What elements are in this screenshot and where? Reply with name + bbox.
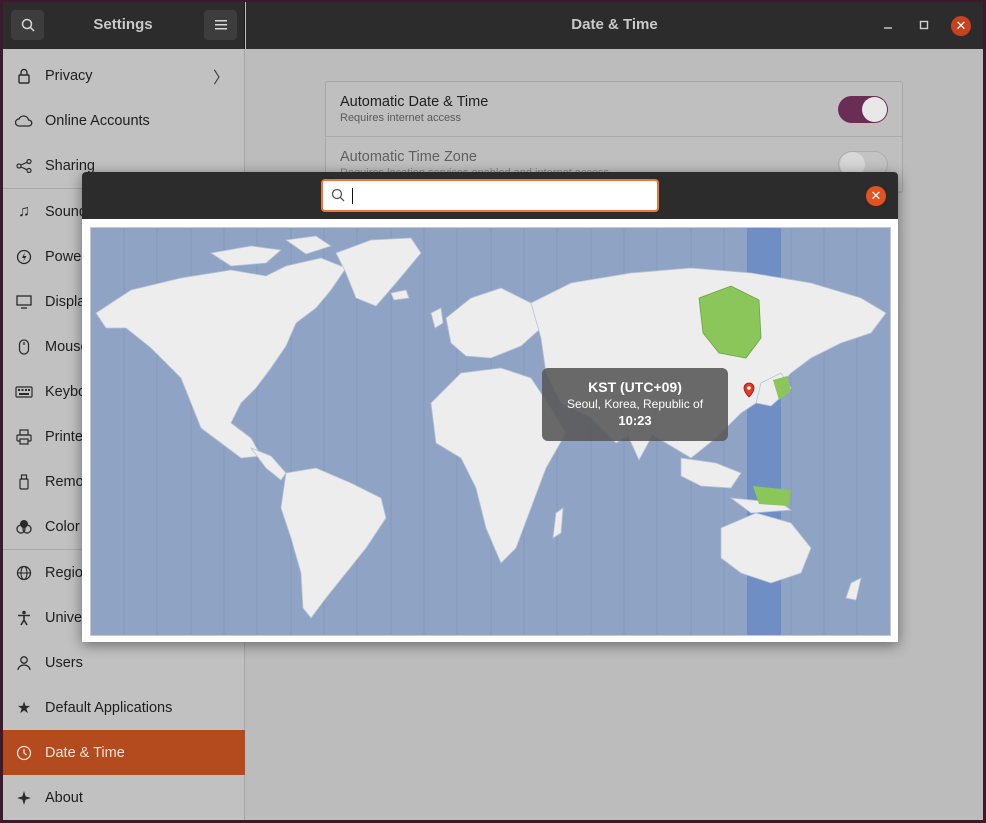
accessibility-icon <box>3 610 45 626</box>
timezone-city: Seoul, Korea, Republic of <box>566 397 704 411</box>
menu-button[interactable] <box>204 10 237 40</box>
power-icon <box>3 249 45 265</box>
music-note-icon: ♫ <box>18 202 30 220</box>
auto-date-time-title: Automatic Date & Time <box>340 94 489 110</box>
sidebar-item-label: Default Applications <box>45 699 173 716</box>
sidebar-item-label: Power <box>45 248 87 265</box>
sidebar-item-about[interactable]: About <box>3 775 245 820</box>
users-icon <box>3 655 45 671</box>
chevron-right-icon: 〉 <box>212 69 229 87</box>
sidebar-item-label: Color <box>45 518 80 535</box>
globe-icon <box>3 565 45 581</box>
timezone-current-time: 10:23 <box>618 413 652 428</box>
mouse-icon <box>3 338 45 355</box>
sidebar-headerbar: Settings <box>3 2 245 49</box>
sidebar-item-label: Privacy <box>45 67 93 84</box>
search-icon <box>21 18 35 32</box>
sidebar-item-label: Sound <box>45 203 87 220</box>
world-map-graphic <box>95 228 887 635</box>
sidebar-item-date-time[interactable]: Date & Time <box>3 730 245 775</box>
color-icon <box>3 519 45 535</box>
sidebar-item-label: About <box>45 789 83 806</box>
sidebar-item-online-accounts[interactable]: Online Accounts <box>3 98 245 143</box>
world-timezone-map[interactable]: KST (UTC+09) Seoul, Korea, Republic of 1… <box>90 227 891 636</box>
auto-date-time-subtitle: Requires internet access <box>340 112 462 124</box>
close-icon: ✕ <box>870 188 882 203</box>
search-button[interactable] <box>11 10 44 40</box>
settings-title: Settings <box>93 16 153 33</box>
text-cursor <box>352 188 353 204</box>
page-title: Date & Time <box>571 16 658 33</box>
sidebar-item-users[interactable]: Users <box>3 640 245 685</box>
auto-time-zone-title: Automatic Time Zone <box>340 149 477 165</box>
keyboard-icon <box>3 385 45 398</box>
sidebar-item-privacy[interactable]: Privacy 〉 <box>3 53 245 98</box>
timezone-dialog: ✕ KST (UTC+09) Seoul, Korea, Republic of… <box>82 172 898 642</box>
usb-icon <box>3 473 45 490</box>
minimize-icon <box>884 27 892 29</box>
timezone-search-input[interactable] <box>321 179 659 212</box>
hamburger-menu-icon <box>214 20 227 30</box>
minimize-button[interactable] <box>877 14 899 36</box>
display-icon <box>3 294 45 309</box>
clock-icon <box>3 745 45 761</box>
dialog-close-button[interactable]: ✕ <box>866 186 886 206</box>
search-icon <box>331 188 345 202</box>
sidebar-item-label: Online Accounts <box>45 112 150 129</box>
timezone-dialog-header: ✕ <box>82 172 898 219</box>
auto-date-time-switch[interactable] <box>838 96 888 123</box>
lock-icon <box>3 68 45 84</box>
highlighted-region-indonesia <box>753 486 791 506</box>
star-icon: ★ <box>16 699 32 717</box>
close-icon: ✕ <box>955 18 967 33</box>
sidebar-item-default-applications[interactable]: ★ Default Applications <box>3 685 245 730</box>
sidebar-item-label: Users <box>45 654 83 671</box>
cloud-icon <box>3 114 45 127</box>
content-headerbar: Date & Time ✕ <box>246 2 983 49</box>
maximize-button[interactable] <box>913 14 935 36</box>
timezone-abbreviation: KST (UTC+09) <box>588 379 682 395</box>
share-icon <box>3 158 45 173</box>
window-close-button[interactable]: ✕ <box>951 16 971 36</box>
plus-icon <box>3 790 45 805</box>
sidebar-item-label: Date & Time <box>45 744 125 761</box>
auto-date-time-row[interactable]: Automatic Date & Time Requires internet … <box>326 82 902 137</box>
timezone-tooltip: KST (UTC+09) Seoul, Korea, Republic of 1… <box>542 368 728 441</box>
maximize-icon <box>919 20 929 30</box>
printer-icon <box>3 428 45 445</box>
